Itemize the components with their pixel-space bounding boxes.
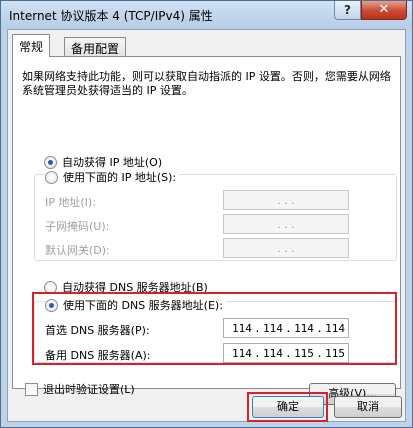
radio-auto-ip[interactable]: 自动获得 IP 地址(O) [44, 154, 162, 170]
help-icon: ? [344, 3, 351, 17]
help-button[interactable]: ? [334, 1, 361, 20]
close-icon: ✕ [378, 2, 390, 17]
tab-alternate-config[interactable]: 备用配置 [64, 37, 127, 56]
default-gateway-input[interactable]: . . . [223, 238, 349, 258]
window-title: Internet 协议版本 4 (TCP/IPv4) 属性 [9, 9, 213, 23]
cancel-button[interactable]: 取消 [334, 396, 402, 418]
dialog-window: Internet 协议版本 4 (TCP/IPv4) 属性 ? ✕ 常规 备用配… [0, 0, 413, 428]
description-text: 如果网络支持此功能，则可以获取自动指派的 IP 设置。否则，您需要从网络系统管理… [22, 70, 391, 97]
radio-manual-ip-indicator[interactable] [45, 170, 58, 184]
radio-auto-ip-indicator[interactable] [44, 155, 57, 169]
radio-manual-ip-label: 使用下面的 IP 地址(S): [63, 171, 177, 184]
default-gateway-label: 默认网关(D): [45, 244, 110, 257]
subnet-mask-input[interactable]: . . . [223, 214, 349, 234]
title-bar[interactable]: Internet 协议版本 4 (TCP/IPv4) 属性 ? ✕ [1, 1, 412, 29]
dns-highlight-annotation [32, 292, 397, 365]
validate-on-exit-box[interactable] [25, 382, 38, 396]
ip-address-input[interactable]: . . . [223, 190, 349, 210]
validate-on-exit-checkbox[interactable]: 退出时验证设置(L) [25, 381, 135, 397]
validate-on-exit-label: 退出时验证设置(L) [43, 383, 135, 396]
radio-auto-ip-label: 自动获得 IP 地址(O) [62, 156, 163, 169]
dialog-client-area: 常规 备用配置 如果网络支持此功能，则可以获取自动指派的 IP 设置。否则，您需… [7, 29, 406, 422]
ip-address-label: IP 地址(I): [45, 196, 96, 209]
general-tab-panel: 如果网络支持此功能，则可以获取自动指派的 IP 设置。否则，您需要从网络系统管理… [12, 56, 401, 405]
close-button[interactable]: ✕ [361, 1, 407, 20]
subnet-mask-label: 子网掩码(U): [45, 220, 110, 233]
tab-general[interactable]: 常规 [12, 34, 51, 57]
ip-group-box: 使用下面的 IP 地址(S): IP 地址(I): . . . 子网掩码(U):… [34, 169, 397, 261]
ok-button[interactable]: 确定 [252, 396, 324, 418]
radio-manual-ip[interactable]: 使用下面的 IP 地址(S): [45, 169, 180, 185]
